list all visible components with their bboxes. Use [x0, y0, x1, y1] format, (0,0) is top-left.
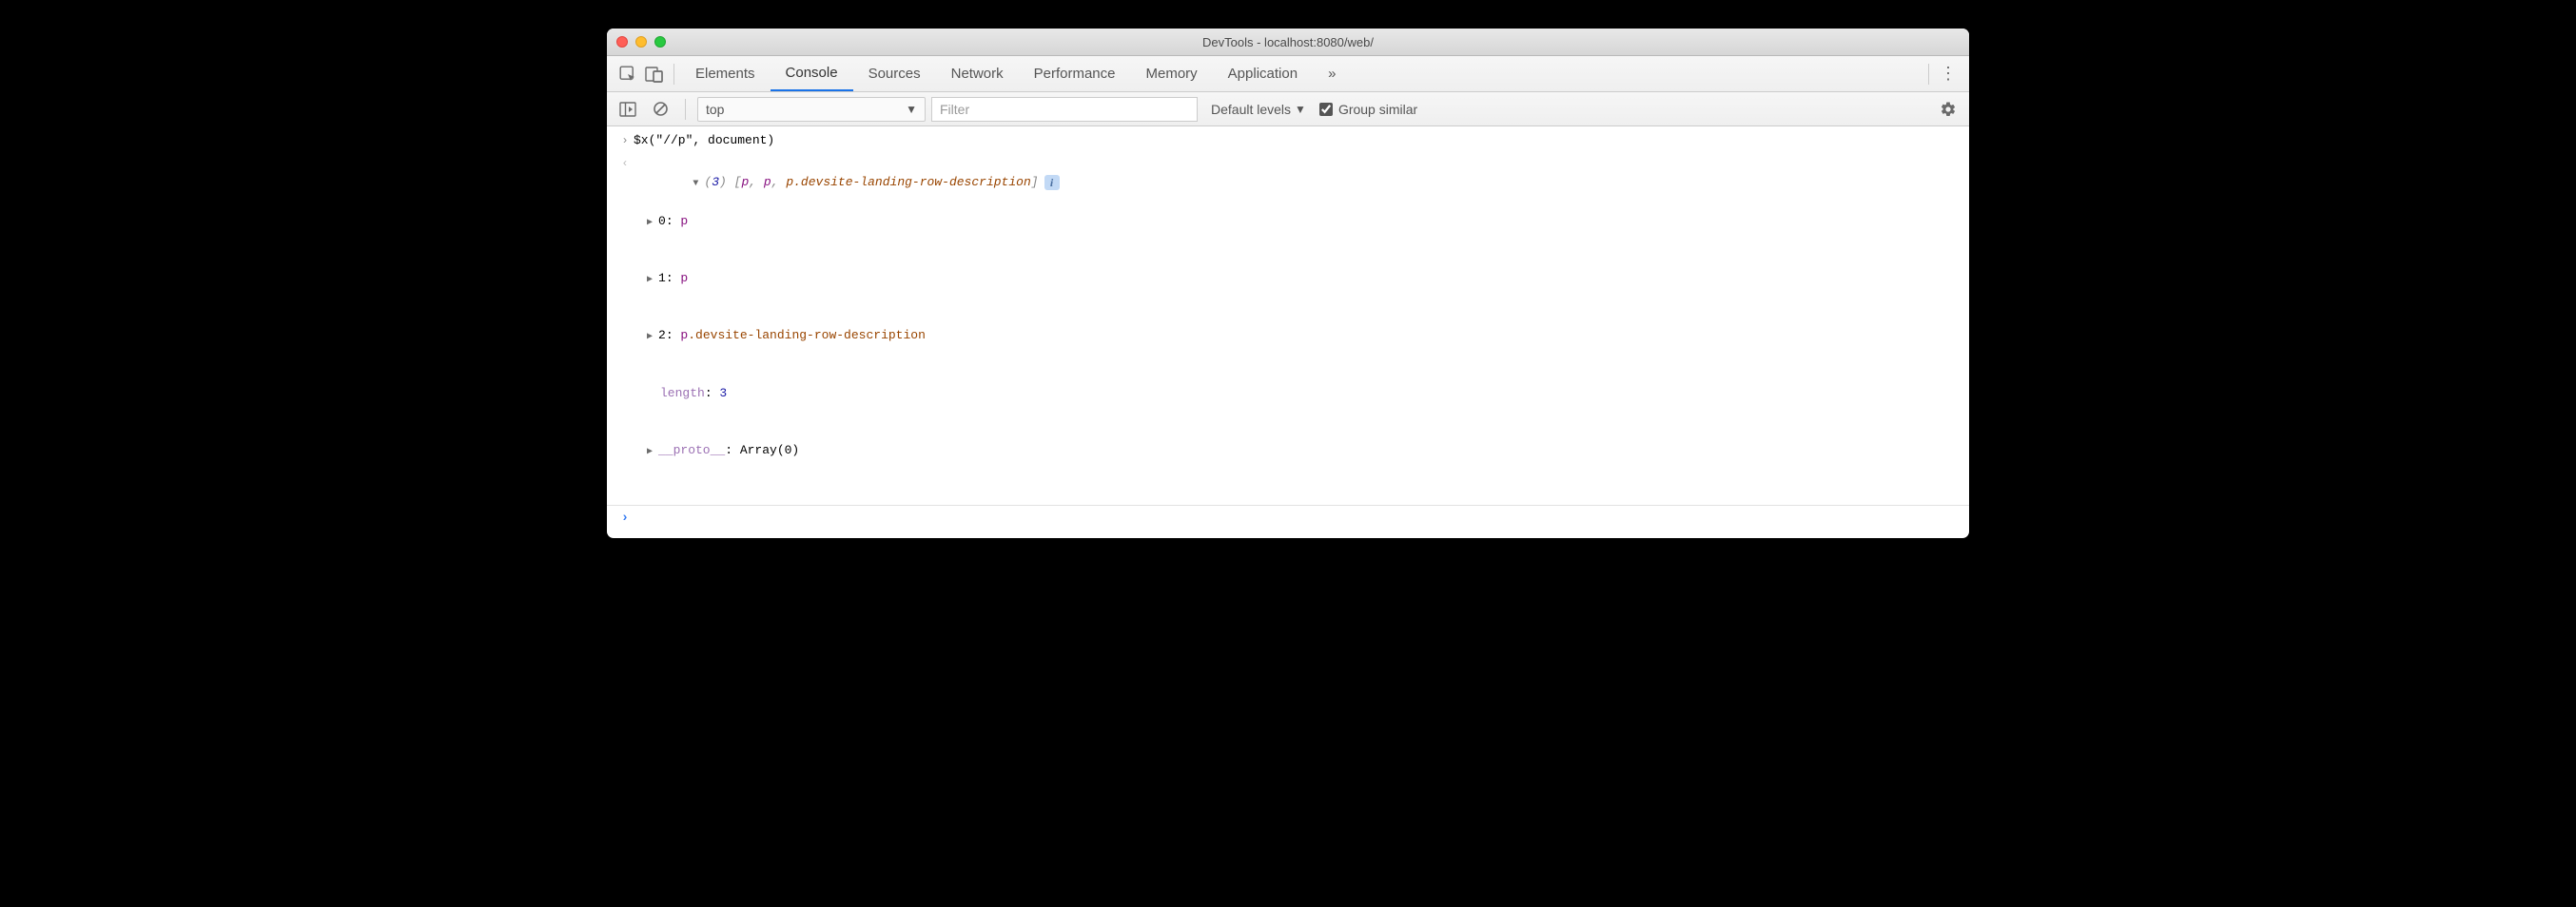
separator: [673, 64, 674, 85]
window-title: DevTools - localhost:8080/web/: [607, 35, 1969, 49]
tab-network[interactable]: Network: [936, 56, 1019, 91]
info-icon[interactable]: i: [1044, 175, 1060, 190]
toggle-sidebar-icon[interactable]: [615, 97, 641, 122]
titlebar: DevTools - localhost:8080/web/: [607, 29, 1969, 56]
array-item-row[interactable]: ▶1: p: [634, 269, 1960, 288]
separator: [685, 99, 686, 120]
array-item-row[interactable]: ▶2: p.devsite-landing-row-description: [634, 326, 1960, 345]
clear-console-icon[interactable]: [647, 97, 673, 122]
filter-input[interactable]: [931, 97, 1198, 122]
console-toolbar: top ▼ Default levels ▼ Group similar: [607, 92, 1969, 126]
log-levels-select[interactable]: Default levels ▼: [1203, 102, 1314, 117]
tab-application[interactable]: Application: [1213, 56, 1313, 91]
disclosure-closed-icon[interactable]: ▶: [647, 330, 658, 345]
context-value: top: [706, 102, 724, 117]
levels-label: Default levels: [1211, 102, 1291, 117]
group-similar-label: Group similar: [1338, 102, 1417, 117]
tab-memory[interactable]: Memory: [1131, 56, 1213, 91]
device-toolbar-icon[interactable]: [641, 62, 668, 87]
console-prompt-row[interactable]: ›: [607, 506, 1969, 539]
preview-item: p.devsite-landing-row-description: [786, 175, 1030, 189]
preview-item: p: [764, 175, 771, 189]
array-item-row[interactable]: ▶0: p: [634, 212, 1960, 231]
tab-console[interactable]: Console: [771, 56, 853, 91]
execution-context-select[interactable]: top ▼: [697, 97, 926, 122]
kebab-menu-icon[interactable]: ⋮: [1935, 62, 1961, 87]
settings-icon[interactable]: [1935, 97, 1961, 122]
tab-performance[interactable]: Performance: [1019, 56, 1131, 91]
array-length: 3: [712, 175, 719, 189]
disclosure-closed-icon[interactable]: ▶: [647, 445, 658, 460]
group-similar-toggle[interactable]: Group similar: [1319, 102, 1417, 117]
tabs-overflow[interactable]: »: [1313, 56, 1351, 91]
tab-elements[interactable]: Elements: [680, 56, 771, 91]
inspect-element-icon[interactable]: [615, 62, 641, 87]
disclosure-open-icon[interactable]: ▼: [693, 177, 704, 192]
group-similar-checkbox[interactable]: [1319, 103, 1333, 116]
tab-sources[interactable]: Sources: [853, 56, 936, 91]
main-tabbar: Elements Console Sources Network Perform…: [607, 56, 1969, 92]
devtools-window: DevTools - localhost:8080/web/ Elements …: [607, 29, 1969, 538]
separator: [1928, 64, 1929, 85]
disclosure-closed-icon[interactable]: ▶: [647, 273, 658, 288]
proto-row[interactable]: ▶__proto__: Array(0): [634, 441, 1960, 460]
length-row: length: 3: [634, 384, 1960, 403]
console-output: ▼(3) [p, p, p.devsite-landing-row-descri…: [634, 154, 1960, 499]
chevron-down-icon: ▼: [906, 103, 917, 116]
chevron-down-icon: ▼: [1295, 103, 1306, 116]
console-input-text: $x("//p", document): [634, 131, 1960, 150]
input-chevron-icon: ›: [616, 131, 634, 150]
console-output-row[interactable]: ‹ ▼(3) [p, p, p.devsite-landing-row-desc…: [607, 152, 1969, 501]
prompt-chevron-icon: ›: [616, 508, 634, 530]
console-body: › $x("//p", document) ‹ ▼(3) [p, p, p.de…: [607, 126, 1969, 538]
output-chevron-icon: ‹: [616, 154, 634, 173]
console-input-row[interactable]: › $x("//p", document): [607, 129, 1969, 152]
disclosure-closed-icon[interactable]: ▶: [647, 216, 658, 231]
